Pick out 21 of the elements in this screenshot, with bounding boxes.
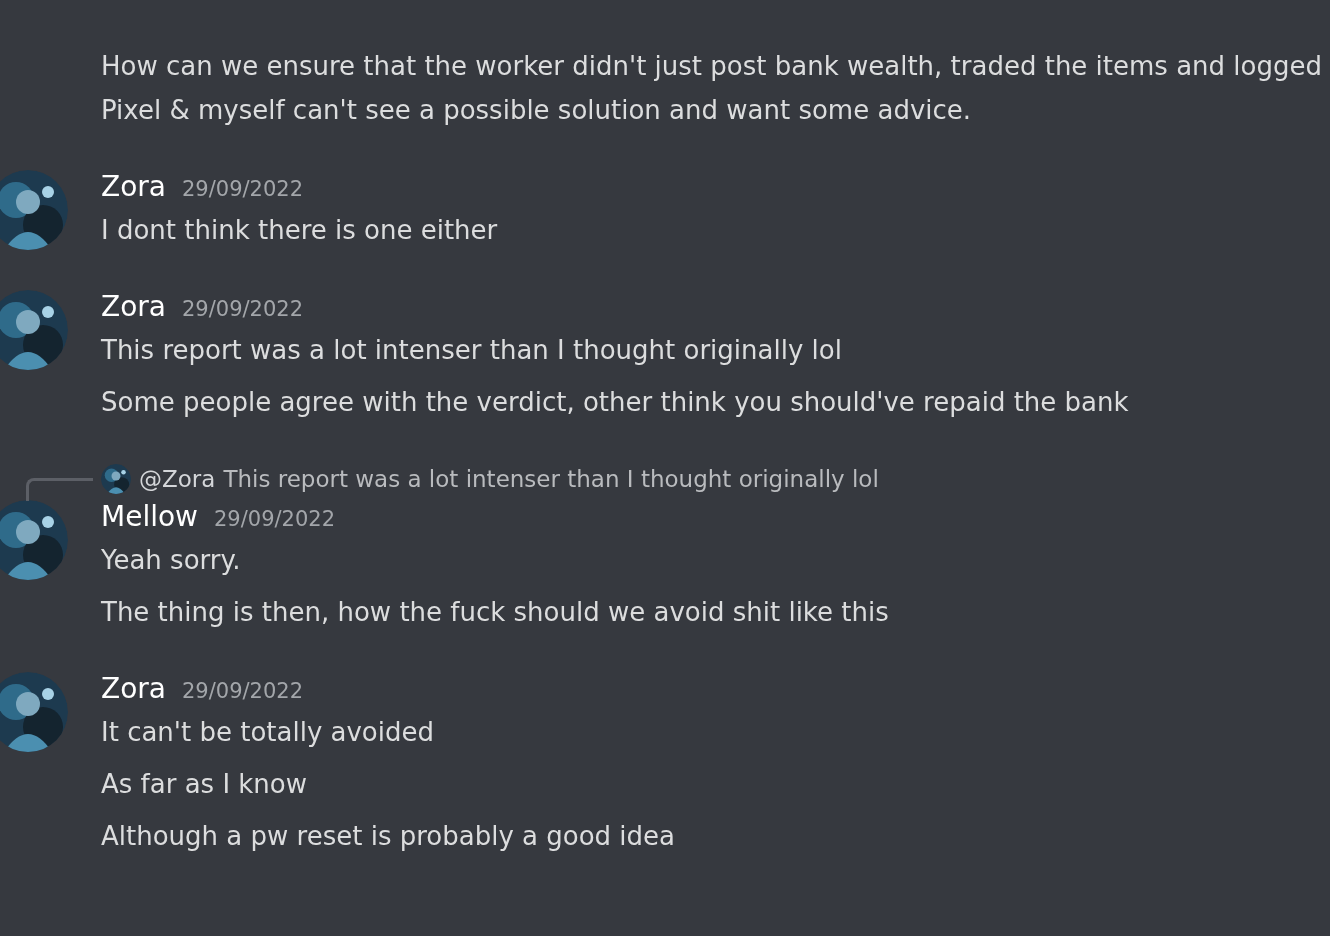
timestamp: 29/09/2022 [214,507,336,531]
message-text: Some people agree with the verdict, other think you should've repaid the bank [101,386,1130,419]
message-text: As far as I know [101,768,309,801]
message-text: Pixel & myself can't see a possible solution and want some advice. [101,94,973,127]
author-name[interactable]: Zora [101,672,166,705]
author-name[interactable]: Zora [101,170,166,203]
reply-mention[interactable]: @Zora [139,466,216,492]
author-name[interactable]: Zora [101,290,166,323]
message-text: The thing is then, how the fuck should we avoid shit like this [101,596,890,629]
message-text: Although a pw reset is probably a good idea [101,820,676,853]
message-text: This report was a lot intenser than I thought originally lol [101,334,843,367]
timestamp: 29/09/2022 [182,679,304,703]
reply-connector [26,478,93,501]
message-text: Yeah sorry. [101,544,242,577]
timestamp: 29/09/2022 [182,297,304,321]
reply-preview[interactable]: This report was a lot intenser than I thought originally lol [223,466,879,492]
message-text: I dont think there is one either [101,214,499,247]
message-text: How can we ensure that the worker didn't just post bank wealth, traded the items and logged [101,50,1323,83]
timestamp: 29/09/2022 [182,177,304,201]
author-name[interactable]: Mellow [101,500,198,533]
message-text: It can't be totally avoided [101,716,435,749]
